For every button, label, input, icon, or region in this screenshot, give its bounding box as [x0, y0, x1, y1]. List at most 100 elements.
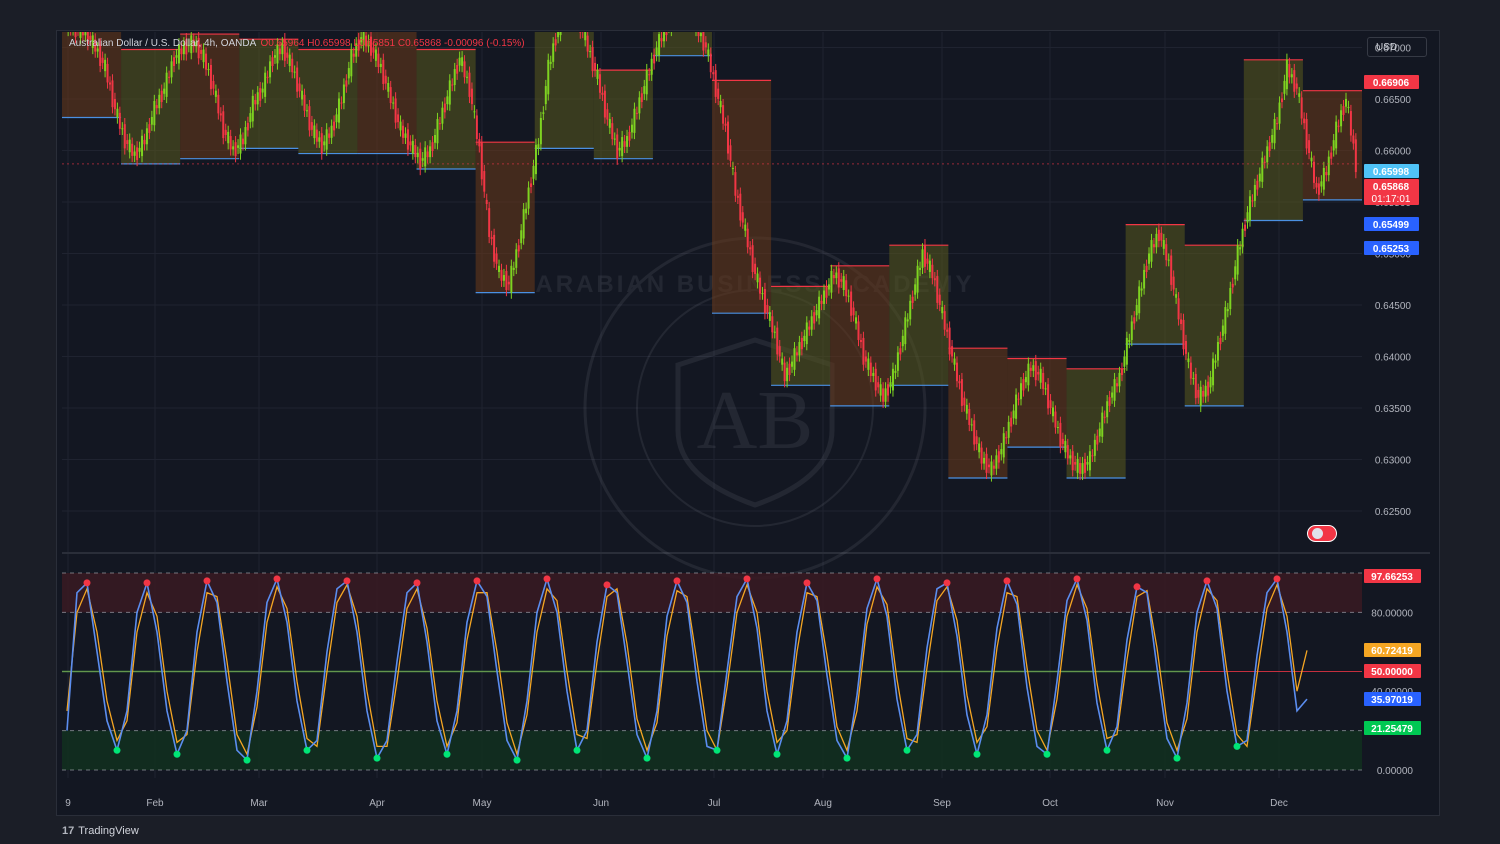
- candle-body: [1276, 123, 1279, 125]
- candle-body: [549, 61, 552, 64]
- candle-body: [397, 114, 400, 123]
- candle-body: [438, 123, 441, 125]
- candle-body: [680, 6, 682, 7]
- candle-body: [170, 61, 173, 78]
- candle-body: [776, 327, 779, 355]
- candle-body: [534, 144, 537, 175]
- oversold-dot: [713, 746, 721, 754]
- candle-body: [704, 42, 707, 48]
- candle-body: [741, 212, 744, 223]
- candle-body: [559, 32, 562, 36]
- symbol-title[interactable]: Australian Dollar / U.S. Dollar, 4h, OAN…: [69, 38, 256, 49]
- candle-body: [739, 193, 742, 221]
- overbought-dot: [1203, 577, 1211, 585]
- candle-body: [323, 141, 326, 146]
- y-tick-label: 0.66500: [1375, 95, 1412, 106]
- candle-body: [717, 88, 720, 99]
- candle-body: [995, 455, 998, 469]
- candle-body: [810, 316, 813, 330]
- candle-body: [983, 457, 986, 464]
- candle-body: [1310, 157, 1313, 162]
- candle-body: [675, 2, 677, 15]
- candle-body: [419, 148, 422, 169]
- candle-body: [123, 124, 126, 149]
- candle-body: [505, 270, 508, 291]
- candle-body: [598, 74, 601, 93]
- candle-body: [286, 52, 289, 58]
- candle-body: [830, 270, 833, 293]
- candle-body: [1199, 386, 1202, 406]
- candle-body: [101, 57, 104, 63]
- oversold-dot: [173, 750, 181, 758]
- overbought-dot: [83, 579, 91, 587]
- currency-button[interactable]: USD: [1367, 37, 1427, 57]
- candle-body: [318, 137, 321, 142]
- candle-body: [461, 57, 464, 66]
- candle-body: [1295, 83, 1298, 89]
- candle-body: [968, 408, 971, 425]
- candle-body: [825, 286, 828, 298]
- candle-body: [1155, 233, 1158, 248]
- candle-body: [1106, 401, 1109, 418]
- candle-body: [256, 92, 259, 105]
- candle-body: [820, 300, 823, 304]
- candle-body: [404, 133, 407, 138]
- overbought-dot: [1003, 577, 1011, 585]
- candle-body: [352, 53, 355, 57]
- candle-body: [1084, 458, 1087, 473]
- candle-body: [264, 72, 267, 97]
- candle-body: [409, 141, 412, 146]
- price-label: 0.65868: [1373, 182, 1410, 193]
- candle-body: [823, 290, 826, 304]
- candle-body: [426, 151, 429, 158]
- candle-body: [572, 3, 574, 17]
- candle-body: [406, 129, 409, 150]
- candle-body: [640, 93, 643, 103]
- candle-body: [884, 388, 887, 402]
- candle-body: [746, 228, 749, 248]
- candle-body: [1116, 383, 1119, 387]
- candle-body: [473, 111, 476, 113]
- candle-body: [1091, 455, 1094, 457]
- candle-body: [808, 326, 811, 330]
- candle-body: [448, 80, 451, 105]
- candle-body: [374, 49, 377, 61]
- candle-body: [1300, 97, 1303, 119]
- candle-body: [116, 108, 119, 118]
- candle-body: [1069, 455, 1072, 459]
- candle-body: [498, 265, 501, 272]
- x-tick-label: Jun: [593, 798, 609, 809]
- overbought-dot: [803, 579, 811, 587]
- candle-body: [1130, 321, 1133, 340]
- candle-body: [67, 15, 69, 30]
- candle-body: [707, 49, 710, 56]
- candle-body: [1002, 433, 1005, 458]
- y-tick-label: 0.63000: [1375, 455, 1412, 466]
- candle-body: [81, 32, 84, 36]
- candle-body: [1096, 435, 1099, 445]
- candle-body: [298, 83, 301, 92]
- us-flag-event-icon[interactable]: [1307, 525, 1337, 542]
- candle-body: [219, 113, 222, 116]
- candle-body: [621, 137, 624, 157]
- candle-body: [1123, 356, 1126, 367]
- candle-body: [148, 124, 151, 133]
- candle-body: [638, 97, 641, 114]
- candle-body: [1000, 449, 1003, 455]
- candle-body: [525, 208, 528, 214]
- candle-body: [1027, 363, 1030, 386]
- candle-body: [1113, 379, 1116, 401]
- candle-body: [308, 106, 311, 131]
- candle-body: [537, 144, 540, 149]
- candle-body: [965, 404, 968, 414]
- chart-canvas[interactable]: AB ARABIAN BUSINESS ACADEMY 9FebMarAprMa…: [0, 0, 1500, 844]
- candle-body: [911, 296, 914, 303]
- candle-body: [379, 63, 382, 68]
- candle-body: [699, 33, 702, 37]
- tradingview-logo[interactable]: 17 TradingView: [62, 825, 139, 837]
- oversold-dot: [1173, 754, 1181, 762]
- candle-body: [1194, 373, 1197, 399]
- overbought-dot: [143, 579, 151, 587]
- candle-body: [1189, 362, 1192, 379]
- candle-body: [266, 76, 269, 78]
